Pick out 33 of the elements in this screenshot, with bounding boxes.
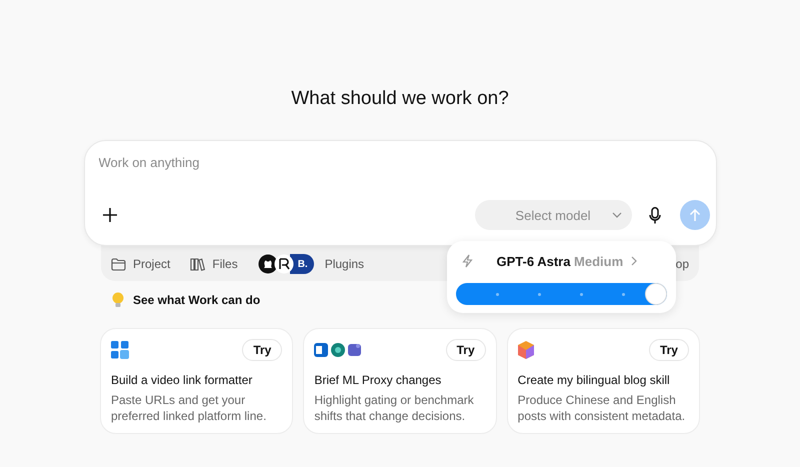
lightning-icon	[462, 254, 472, 268]
cube-icon	[518, 341, 534, 359]
card-description: Highlight gating or benchmark shifts that change decisions.	[314, 392, 475, 424]
toolbar-link[interactable]: Files	[212, 257, 238, 271]
card-description: Produce Chinese and English posts with consistent metadata.	[518, 392, 686, 424]
toolbar-link[interactable]: Project	[133, 257, 170, 271]
card-title: Build a video link formatter	[111, 373, 254, 387]
app-icons-drawing	[314, 342, 362, 358]
suggestion-card[interactable]: Try Build a video link formatter Paste URLs and get your preferred linked platform line.	[100, 328, 294, 434]
microphone-icon	[648, 206, 660, 224]
toolbar-label: op	[676, 257, 689, 271]
tiles-icon	[111, 341, 129, 359]
try-button[interactable]: Try	[242, 339, 282, 361]
model-name[interactable]: GPT-6 Astra Medium	[496, 254, 624, 268]
card-title: Brief ML Proxy changes	[314, 373, 442, 387]
try-button[interactable]: Try	[648, 339, 689, 361]
try-button[interactable]: Try	[446, 339, 486, 361]
suggestion-card[interactable]: Try Create my bilingual blog skill Produce Chinese and English posts with consistent metadata.	[506, 328, 700, 434]
plus-icon	[102, 208, 116, 222]
lightbulb-icon	[112, 292, 124, 308]
page-heading: What should we work on?	[291, 88, 509, 111]
arrow-up-icon	[688, 208, 700, 222]
github-icon	[258, 254, 278, 274]
card-description: Paste URLs and get your preferred linked platform line.	[111, 392, 268, 424]
chevron-right-icon	[631, 256, 638, 266]
folder-icon	[111, 258, 126, 270]
books-icon	[190, 258, 206, 270]
card-title: Create my bilingual blog skill	[518, 373, 671, 387]
toolbar-link[interactable]: Plugins	[324, 257, 364, 271]
app-logo-icon	[274, 254, 294, 274]
suggestion-card[interactable]: Try Brief ML Proxy changes Highlight gating or benchmark shifts that change decisions.	[303, 328, 497, 434]
hint-text: See what Work can do	[133, 293, 260, 307]
chevron-down-icon	[612, 212, 622, 218]
